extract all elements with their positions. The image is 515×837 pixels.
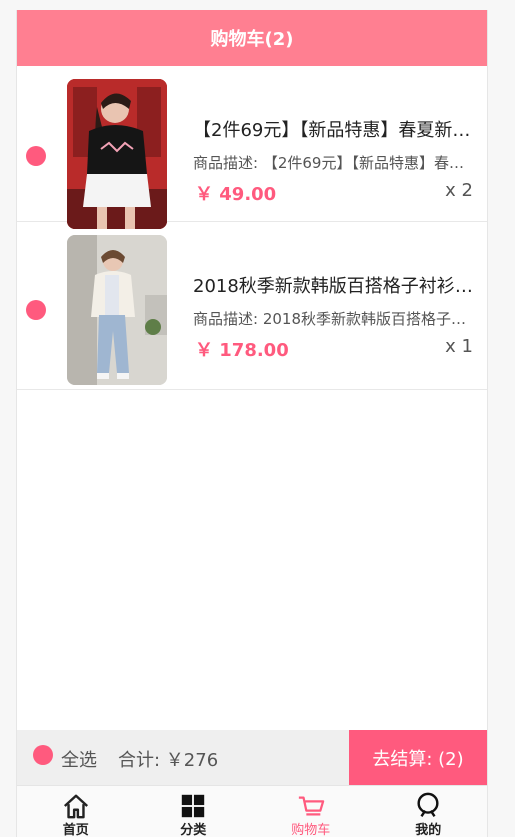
cart-icon bbox=[298, 796, 325, 816]
checkout-bar: 全选 合计: ￥276 去结算: (2) bbox=[17, 730, 487, 785]
item-description: 商品描述: 2018秋季新款韩版百搭格子衬衫外套女 bbox=[193, 310, 477, 328]
tab-label: 分类 bbox=[180, 823, 207, 837]
item-title[interactable]: 2018秋季新款韩版百搭格子衬衫外套女 bbox=[193, 272, 477, 298]
tab-label: 购物车 bbox=[291, 823, 331, 837]
bottom-tab-bar: 首页 分类 购物车 我的 bbox=[17, 785, 487, 837]
item-description: 商品描述: 【2件69元】【新品特惠】春夏新款韩版宽松百搭印花短袖T恤女 bbox=[193, 154, 477, 172]
item-quantity: x 1 bbox=[445, 336, 473, 357]
item-price: ￥ 178.00 bbox=[195, 340, 289, 361]
tab-label: 首页 bbox=[62, 823, 89, 837]
grid-icon bbox=[182, 794, 205, 818]
item-title[interactable]: 【2件69元】【新品特惠】春夏新款韩版宽松百搭印花短袖T恤女 bbox=[193, 116, 477, 142]
home-icon bbox=[63, 794, 88, 819]
user-icon bbox=[417, 792, 439, 817]
select-all-label[interactable]: 全选 bbox=[61, 746, 97, 772]
tab-label: 我的 bbox=[415, 823, 442, 837]
item-quantity: x 2 bbox=[445, 180, 473, 201]
checkout-button[interactable]: 去结算: (2) bbox=[349, 730, 487, 785]
select-all-radio[interactable] bbox=[33, 745, 53, 765]
app-screen: 购物车(2) 【2件69元】【新品特惠】春夏新款韩版宽松百搭印花短袖T恤女 商品… bbox=[16, 10, 488, 837]
cart-total: 合计: ￥276 bbox=[118, 750, 219, 771]
product-photo-jacket bbox=[67, 235, 167, 385]
item-select-radio[interactable] bbox=[26, 146, 46, 166]
tab-cart[interactable]: 购物车 bbox=[252, 786, 370, 837]
page-title: 购物车(2) bbox=[210, 29, 294, 50]
tab-home[interactable]: 首页 bbox=[17, 786, 135, 837]
tab-profile[interactable]: 我的 bbox=[370, 786, 488, 837]
tab-category[interactable]: 分类 bbox=[135, 786, 253, 837]
product-image[interactable] bbox=[67, 79, 167, 229]
item-price: ￥ 49.00 bbox=[195, 184, 277, 205]
cart-item[interactable]: 【2件69元】【新品特惠】春夏新款韩版宽松百搭印花短袖T恤女 商品描述: 【2件… bbox=[17, 66, 487, 229]
product-photo-tshirt bbox=[67, 79, 167, 229]
page-header: 购物车(2) bbox=[17, 10, 487, 66]
cart-item[interactable]: 2018秋季新款韩版百搭格子衬衫外套女 商品描述: 2018秋季新款韩版百搭格子… bbox=[17, 234, 487, 390]
item-select-radio[interactable] bbox=[26, 300, 46, 320]
product-image[interactable] bbox=[67, 235, 167, 385]
